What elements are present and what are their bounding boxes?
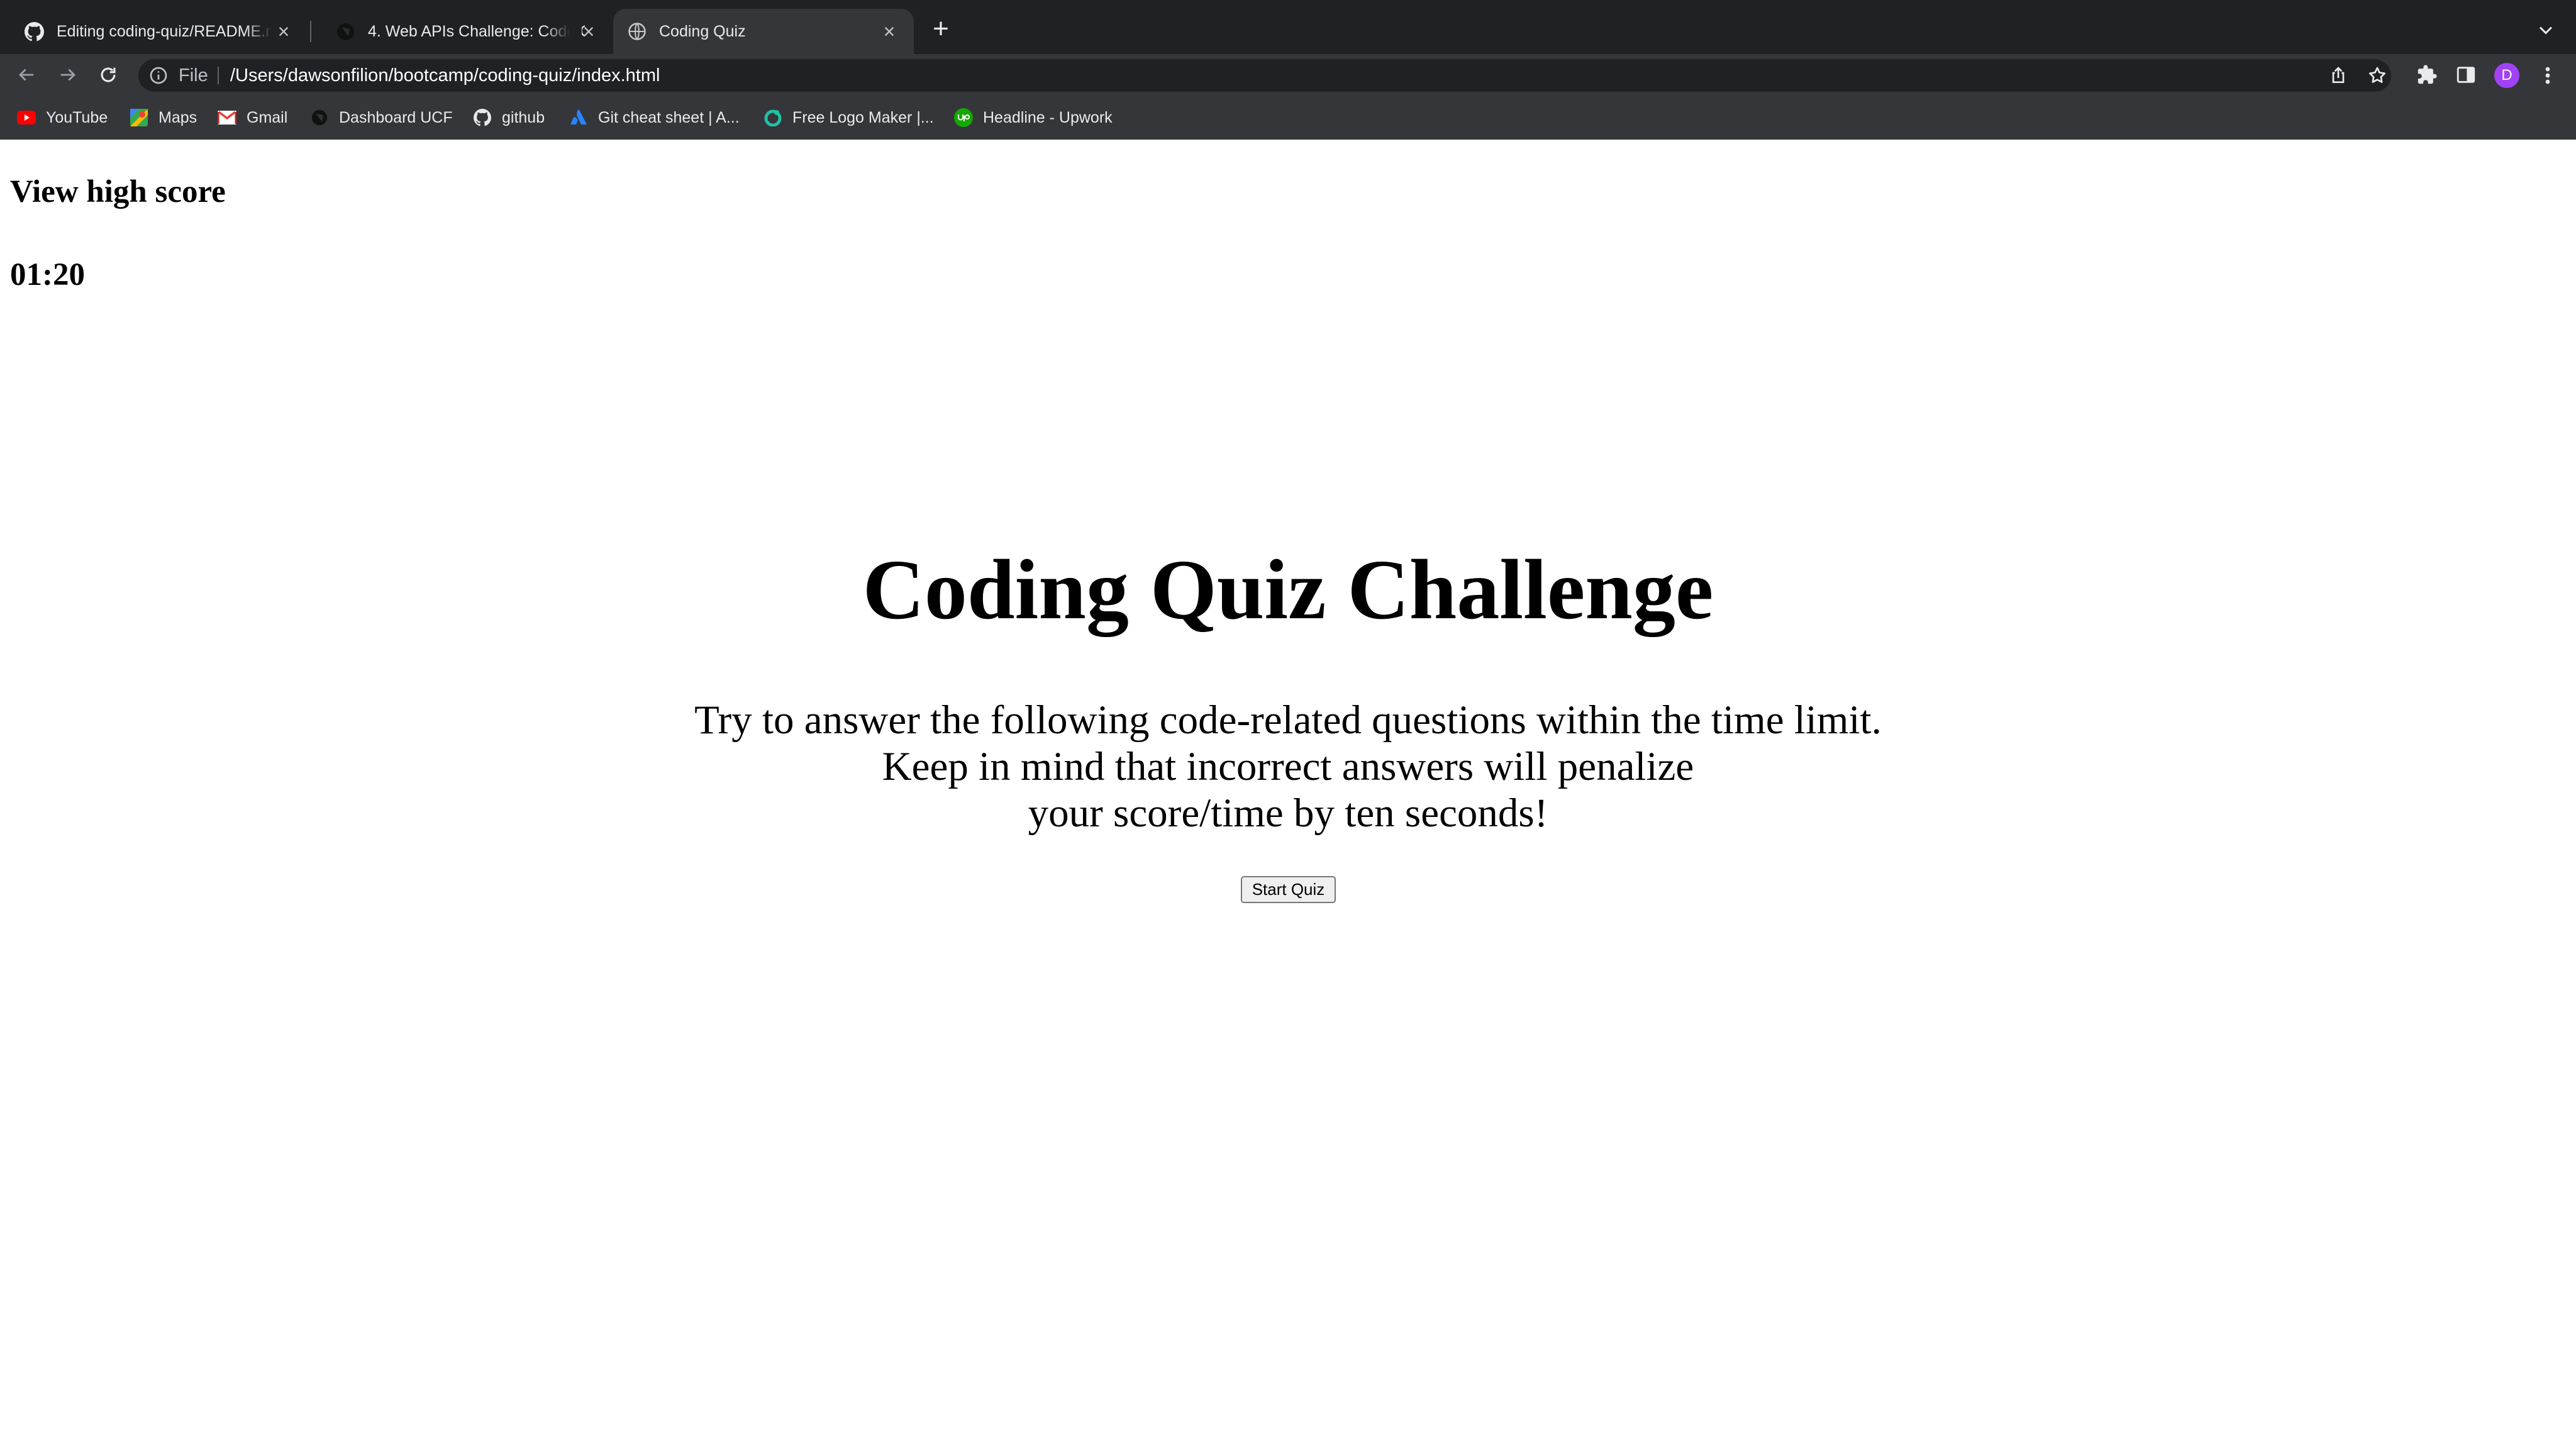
start-quiz-button[interactable]: Start Quiz bbox=[1241, 876, 1336, 903]
reload-button[interactable] bbox=[96, 62, 121, 87]
quiz-timer: 01:20 bbox=[10, 257, 85, 292]
description-line: Try to answer the following code-related… bbox=[694, 697, 1882, 743]
logo-maker-icon bbox=[763, 108, 782, 127]
more-menu-icon[interactable] bbox=[2538, 63, 2557, 88]
youtube-icon bbox=[17, 108, 36, 127]
github-icon bbox=[473, 108, 492, 127]
maps-icon bbox=[130, 108, 148, 127]
bookmark-free-logo-maker[interactable]: Free Logo Maker |... bbox=[763, 106, 934, 130]
bookmark-youtube[interactable]: YouTube bbox=[17, 106, 108, 130]
bookmark-dashboard-ucf[interactable]: Dashboard UCF bbox=[310, 106, 453, 130]
bookmark-gmail[interactable]: Gmail bbox=[218, 106, 287, 130]
browser-toolbar: File /Users/dawsonfilion/bootcamp/coding… bbox=[0, 54, 2576, 96]
bookmark-label: Gmail bbox=[247, 108, 288, 126]
address-divider bbox=[218, 67, 219, 84]
bookmark-label: Maps bbox=[158, 108, 197, 126]
back-button[interactable] bbox=[14, 62, 39, 87]
bookmark-label: Free Logo Maker |... bbox=[792, 108, 934, 126]
address-bar[interactable]: File /Users/dawsonfilion/bootcamp/coding… bbox=[138, 59, 2391, 92]
bookmark-label: YouTube bbox=[46, 108, 108, 126]
arrow-right-icon bbox=[60, 69, 75, 81]
description-line: your score/time by ten seconds! bbox=[1028, 791, 1548, 836]
close-icon[interactable]: × bbox=[579, 21, 598, 42]
new-tab-button[interactable]: + bbox=[927, 15, 955, 44]
bookmark-git-cheat-sheet[interactable]: Git cheat sheet | A... bbox=[569, 106, 740, 130]
bookmark-label: Dashboard UCF bbox=[339, 108, 453, 126]
chevron-down-icon[interactable] bbox=[2534, 19, 2557, 42]
gmail-icon bbox=[218, 108, 236, 127]
upwork-icon bbox=[954, 108, 973, 127]
tab-web-apis-challenge[interactable]: 4. Web APIs Challenge: Code Quiz × bbox=[311, 9, 613, 54]
view-high-score-link[interactable]: View high score bbox=[10, 174, 226, 210]
tab-title-fade bbox=[544, 24, 582, 52]
address-url[interactable]: /Users/dawsonfilion/bootcamp/coding-quiz… bbox=[230, 65, 660, 86]
bookmark-label: Git cheat sheet | A... bbox=[598, 108, 740, 126]
info-icon[interactable] bbox=[148, 65, 169, 86]
extensions-icon[interactable] bbox=[2416, 64, 2438, 86]
atlassian-icon bbox=[569, 108, 588, 127]
globe-icon bbox=[627, 22, 647, 42]
share-icon[interactable] bbox=[2328, 65, 2348, 86]
page-title: Coding Quiz Challenge bbox=[862, 543, 1714, 637]
close-icon[interactable]: × bbox=[880, 21, 899, 42]
bookmark-star-icon[interactable] bbox=[2367, 65, 2387, 86]
bookmark-github[interactable]: github bbox=[473, 106, 545, 130]
profile-avatar[interactable]: D bbox=[2494, 63, 2519, 88]
bootcamp-icon bbox=[310, 108, 329, 127]
bookmark-maps[interactable]: Maps bbox=[130, 106, 197, 130]
reload-icon bbox=[101, 67, 116, 82]
forward-button[interactable] bbox=[55, 62, 80, 87]
tab-strip: Editing coding-quiz/README.md × 4. Web A… bbox=[0, 0, 2576, 54]
close-icon[interactable]: × bbox=[274, 21, 293, 42]
bookmark-upwork[interactable]: Headline - Upwork bbox=[954, 106, 1113, 130]
github-icon bbox=[25, 21, 44, 42]
description-line: Keep in mind that incorrect answers will… bbox=[882, 744, 1694, 789]
side-panel-icon[interactable] bbox=[2455, 64, 2477, 86]
page-content: View high score 01:20 Coding Quiz Challe… bbox=[0, 140, 2576, 1449]
address-scheme-label: File bbox=[179, 65, 208, 86]
bootcamp-icon bbox=[336, 22, 355, 42]
bookmark-label: github bbox=[502, 108, 545, 126]
arrow-left-icon bbox=[19, 69, 34, 81]
bookmark-label: Headline - Upwork bbox=[983, 108, 1113, 126]
quiz-description: Try to answer the following code-related… bbox=[0, 697, 2576, 836]
tab-coding-quiz[interactable]: Coding Quiz × bbox=[613, 9, 914, 54]
tab-title: Coding Quiz bbox=[659, 22, 746, 40]
tab-readme[interactable]: Editing coding-quiz/README.md × bbox=[0, 9, 308, 54]
bookmarks-bar: YouTube Maps Gmail Dashboard UCF github … bbox=[0, 96, 2576, 140]
